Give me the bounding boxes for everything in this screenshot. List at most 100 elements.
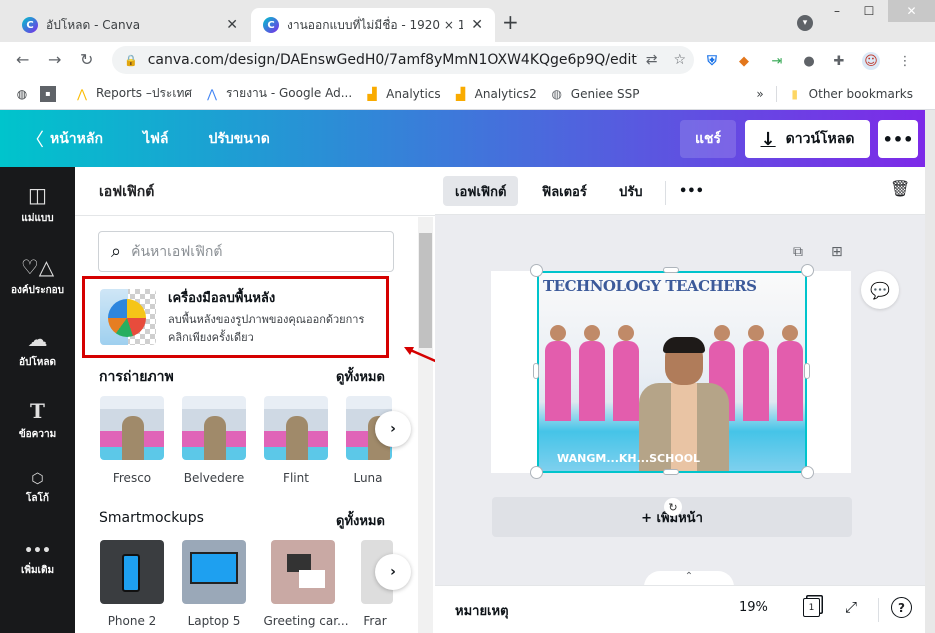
tab-filter[interactable]: ฟิลเตอร์: [530, 176, 599, 206]
sidebar-item-text[interactable]: T ข้อความ: [0, 399, 75, 442]
close-tab-icon[interactable]: ✕: [471, 17, 483, 33]
resize-handle[interactable]: [663, 469, 679, 475]
more-tools-button[interactable]: •••: [667, 176, 716, 206]
sidebar-item-logos[interactable]: ⬡ โลโก้: [0, 471, 75, 506]
bookmark-item[interactable]: ◍ Geniee SSP: [549, 86, 640, 102]
bookmark-star-icon[interactable]: ☆: [673, 52, 686, 68]
bookmark-item[interactable]: ▟ Analytics: [364, 86, 441, 102]
browser-toolbar: ← → ↻ 🔒 canva.com/design/DAEnswGedH0/7am…: [0, 42, 935, 78]
smartmockups-see-all[interactable]: ดูทั้งหมด: [336, 510, 385, 531]
duplicate-page-icon[interactable]: ⧉: [793, 244, 803, 260]
bookmark-globe[interactable]: ◍: [14, 86, 36, 102]
resize-handle[interactable]: [533, 363, 539, 379]
fullscreen-icon[interactable]: ⤢: [845, 598, 857, 616]
add-comment-button[interactable]: 💬: [861, 271, 899, 309]
more-options-button[interactable]: •••: [878, 120, 918, 158]
sidebar-item-templates[interactable]: ◫ แม่แบบ: [0, 183, 75, 226]
download-button[interactable]: ↓ ดาวน์โหลด: [745, 120, 870, 158]
close-window-button[interactable]: ✕: [888, 0, 935, 22]
mockup-thumbnail-laptop[interactable]: [182, 540, 246, 604]
browser-tab-strip: C อัปโหลด - Canva ✕ C งานออกแบบที่ไม่มีช…: [0, 0, 935, 42]
forward-icon[interactable]: →: [48, 50, 61, 69]
resize-handle[interactable]: [530, 466, 543, 479]
nav-file[interactable]: ไฟล์: [143, 128, 169, 150]
maximize-button[interactable]: ☐: [852, 0, 886, 22]
new-tab-button[interactable]: +: [502, 10, 519, 34]
browser-tab[interactable]: C อัปโหลด - Canva ✕: [10, 8, 250, 42]
canva-favicon-icon: C: [22, 17, 38, 33]
bookmark-label: Reports –ประเทศ: [96, 86, 192, 100]
text-icon: T: [30, 399, 45, 423]
translate-icon[interactable]: ⇄: [646, 52, 658, 68]
reload-icon[interactable]: ↻: [80, 50, 93, 69]
resize-handle[interactable]: [804, 363, 810, 379]
address-bar[interactable]: 🔒 canva.com/design/DAEnswGedH0/7amf8yMmN…: [112, 46, 694, 74]
back-icon[interactable]: ←: [16, 50, 29, 69]
panel-scrollbar-thumb[interactable]: [419, 233, 432, 348]
browser-tab-active[interactable]: C งานออกแบบที่ไม่มีชื่อ - 1920 × 1080 ✕: [251, 8, 495, 42]
effects-panel: เอฟเฟิกต์ ⌕ ค้นหาเอฟเฟิกต์ เครื่องมือลบพ…: [75, 167, 435, 633]
add-page-icon[interactable]: ⊞: [831, 244, 843, 260]
mockup-thumbnail-greeting-card[interactable]: [271, 540, 335, 604]
bookmark-item[interactable]: ⋀ Reports –ประเทศ: [74, 84, 192, 103]
extension-arrow-icon[interactable]: ⇥: [768, 52, 786, 70]
divider: [665, 181, 666, 205]
folder-icon: ▮: [791, 86, 798, 101]
resize-handle[interactable]: [801, 466, 814, 479]
bookmark-item[interactable]: ⋀ รายงาน - Google Ad...: [204, 84, 352, 103]
zoom-level[interactable]: 19%: [739, 600, 768, 615]
browser-menu-icon[interactable]: ⋮: [896, 52, 914, 70]
search-icon: ⌕: [111, 241, 122, 262]
bookmark-app[interactable]: ▪: [40, 85, 62, 102]
sidebar-label: องค์ประกอบ: [10, 285, 65, 296]
trash-icon[interactable]: 🗑: [890, 179, 910, 198]
bitwarden-extension-icon[interactable]: ⛨: [703, 52, 721, 70]
resize-handle[interactable]: [801, 264, 814, 277]
effect-thumbnail-flint[interactable]: [264, 396, 328, 460]
back-chevron-icon[interactable]: 〈: [26, 126, 44, 152]
editor-footer: หมายเหตุ 19% 1 ⤢ ?: [435, 585, 925, 633]
share-button[interactable]: แชร์: [680, 120, 736, 158]
resize-handle[interactable]: [663, 267, 679, 273]
extensions-puzzle-icon[interactable]: ✚: [830, 52, 848, 70]
download-label: ดาวน์โหลด: [785, 131, 855, 147]
other-bookmarks[interactable]: ▮ Other bookmarks: [775, 85, 913, 102]
canvas-vertical-scrollbar[interactable]: [910, 215, 925, 585]
mockup-label: Frar: [363, 614, 387, 628]
mockup-label: Greeting car...: [263, 614, 349, 628]
resize-handle[interactable]: [530, 264, 543, 277]
smartmockups-next-button[interactable]: ›: [375, 554, 411, 590]
photography-next-button[interactable]: ›: [375, 411, 411, 447]
mockup-label: Phone 2: [107, 614, 157, 628]
effects-search-input[interactable]: ⌕ ค้นหาเอฟเฟิกต์: [98, 231, 394, 272]
bookmark-item[interactable]: ▟ Analytics2: [453, 86, 537, 102]
sidebar-item-uploads[interactable]: ☁ อัปโหลด: [0, 327, 75, 370]
tab-adjust[interactable]: ปรับ: [607, 176, 655, 206]
page-grid-button[interactable]: 1: [803, 598, 820, 617]
profile-avatar[interactable]: ☺: [862, 52, 880, 70]
effect-thumbnail-fresco[interactable]: [100, 396, 164, 460]
rotate-handle-icon[interactable]: ↻: [664, 498, 682, 516]
bookmarks-overflow-button[interactable]: »: [756, 87, 763, 101]
tab-effects[interactable]: เอฟเฟิกต์: [443, 176, 519, 206]
mockup-thumbnail-phone[interactable]: [100, 540, 164, 604]
bookmarks-bar: ◍ ▪ ⋀ Reports –ประเทศ ⋀ รายงาน - Google Ad…: [0, 78, 935, 110]
minimize-button[interactable]: –: [820, 0, 854, 22]
canvas-area: เอฟเฟิกต์ ฟิลเตอร์ ปรับ ••• 🗑 ⧉ ⊞ TECHNO…: [435, 167, 925, 633]
tab-search-icon[interactable]: ▾: [797, 15, 813, 31]
extension-icon[interactable]: ●: [800, 52, 818, 70]
more-icon: •••: [24, 543, 51, 559]
sidebar-item-elements[interactable]: ♡△ องค์ประกอบ: [0, 255, 75, 298]
background-remover-item[interactable]: เครื่องมือลบพื้นหลัง ลบพื้นหลังของรูปภาพ…: [82, 276, 389, 358]
metamask-extension-icon[interactable]: ◆: [735, 52, 753, 70]
nav-resize[interactable]: ปรับขนาด: [209, 128, 270, 150]
notes-button[interactable]: หมายเหตุ: [455, 600, 509, 621]
sidebar-item-more[interactable]: ••• เพิ่มเติม: [0, 543, 75, 578]
effect-thumbnail-belvedere[interactable]: [182, 396, 246, 460]
close-tab-icon[interactable]: ✕: [226, 17, 238, 33]
photography-see-all[interactable]: ดูทั้งหมด: [336, 366, 385, 387]
tab-title: อัปโหลด - Canva: [46, 17, 141, 32]
help-button[interactable]: ?: [891, 597, 912, 618]
selected-photo[interactable]: TECHNOLOGY TEACHERS WANGM...KH...SCHOOL: [537, 271, 807, 473]
nav-home[interactable]: หน้าหลัก: [50, 128, 103, 150]
